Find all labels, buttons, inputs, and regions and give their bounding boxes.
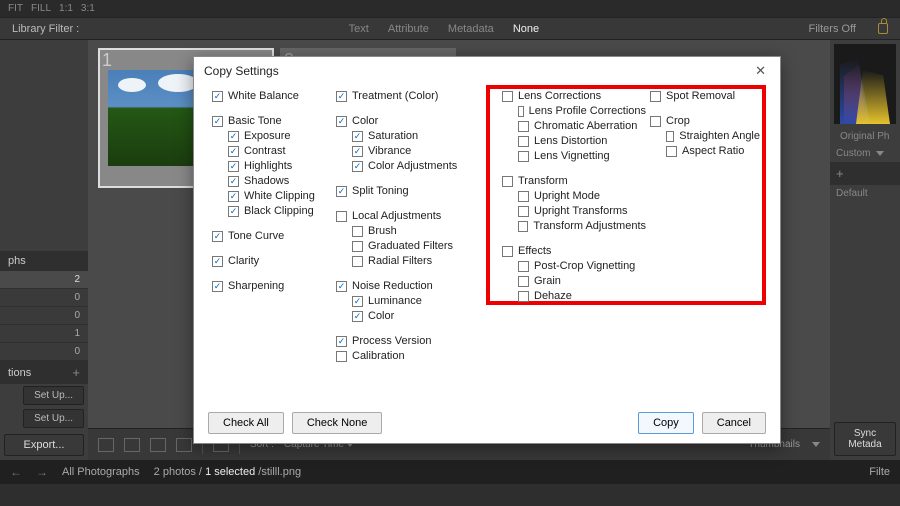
left-count-row[interactable]: 2 — [0, 271, 88, 289]
left-count-row[interactable]: 1 — [0, 325, 88, 343]
dialog-title: Copy Settings — [204, 64, 279, 78]
ck-effects[interactable]: Effects — [502, 244, 646, 259]
ratio-1-1[interactable]: 1:1 — [59, 3, 73, 14]
copy-settings-dialog: Copy Settings ✕ White Balance Basic Tone… — [193, 56, 781, 444]
cancel-button[interactable]: Cancel — [702, 412, 766, 434]
ratio-3-1[interactable]: 3:1 — [81, 3, 95, 14]
ck-contrast[interactable]: Contrast — [228, 144, 332, 159]
ck-color-adjustments[interactable]: Color Adjustments — [352, 159, 476, 174]
check-all-button[interactable]: Check All — [208, 412, 284, 434]
library-filter-bar: Library Filter : Text Attribute Metadata… — [0, 18, 900, 40]
fill-label[interactable]: FILL — [31, 3, 51, 14]
filters-off-toggle[interactable]: Filters Off — [809, 23, 856, 35]
left-panel: phs 2 0 0 1 0 tions + Set Up... Set Up...… — [0, 40, 88, 460]
check-none-button[interactable]: Check None — [292, 412, 383, 434]
ck-crop[interactable]: Crop — [650, 114, 760, 129]
ck-tone-curve[interactable]: Tone Curve — [212, 229, 332, 244]
ck-spot-removal[interactable]: Spot Removal — [650, 89, 760, 104]
ck-highlights[interactable]: Highlights — [228, 159, 332, 174]
ck-nr-color[interactable]: Color — [352, 309, 476, 324]
export-button[interactable]: Export... — [4, 434, 84, 456]
fit-label[interactable]: FIT — [8, 3, 23, 14]
filter-tabs: Text Attribute Metadata None — [341, 23, 548, 35]
ck-color[interactable]: Color — [336, 114, 476, 129]
ck-luminance[interactable]: Luminance — [352, 294, 476, 309]
ck-process-version[interactable]: Process Version — [336, 334, 476, 349]
ck-chromatic-aberration[interactable]: Chromatic Aberration — [518, 119, 646, 134]
custom-dropdown[interactable]: Custom — [836, 148, 870, 159]
filter-tab-attribute[interactable]: Attribute — [388, 23, 429, 35]
filter-tab-text[interactable]: Text — [349, 23, 369, 35]
original-photo-label: Original Ph — [840, 131, 889, 142]
ck-local-adjustments[interactable]: Local Adjustments — [336, 209, 476, 224]
ck-dehaze[interactable]: Dehaze — [518, 289, 646, 304]
view-survey-icon[interactable] — [176, 438, 192, 452]
nav-back-icon[interactable]: ← — [10, 465, 22, 479]
filter-tab-none[interactable]: None — [513, 23, 539, 35]
ck-straighten-angle[interactable]: Straighten Angle — [666, 129, 760, 144]
ck-basic-tone[interactable]: Basic Tone — [212, 114, 332, 129]
default-preset[interactable]: Default — [836, 188, 868, 199]
ck-brush[interactable]: Brush — [352, 224, 476, 239]
view-grid-icon[interactable] — [98, 438, 114, 452]
ck-lens-profile[interactable]: Lens Profile Corrections — [518, 104, 646, 119]
ck-treatment[interactable]: Treatment (Color) — [336, 89, 476, 104]
ck-post-crop-vignetting[interactable]: Post-Crop Vignetting — [518, 259, 646, 274]
status-path[interactable]: All Photographs — [62, 466, 140, 478]
right-panel: Original Ph Custom + Default Sync Metada — [830, 40, 900, 460]
library-filter-label: Library Filter : — [12, 23, 79, 35]
ck-black-clipping[interactable]: Black Clipping — [228, 204, 332, 219]
ck-grain[interactable]: Grain — [518, 274, 646, 289]
chevron-down-icon[interactable] — [812, 442, 820, 447]
ck-lens-corrections[interactable]: Lens Corrections — [502, 89, 646, 104]
chevron-down-icon — [876, 151, 884, 156]
left-count-row[interactable]: 0 — [0, 343, 88, 361]
thumbnail-index: 1 — [102, 50, 112, 71]
setup-button[interactable]: Set Up... — [23, 409, 84, 428]
ck-upright-transforms[interactable]: Upright Transforms — [518, 204, 646, 219]
ck-exposure[interactable]: Exposure — [228, 129, 332, 144]
ck-white-balance[interactable]: White Balance — [212, 89, 332, 104]
ck-shadows[interactable]: Shadows — [228, 174, 332, 189]
lock-icon[interactable] — [878, 23, 888, 34]
ck-radial-filters[interactable]: Radial Filters — [352, 254, 476, 269]
status-bar: ← → All Photographs 2 photos / 1 selecte… — [0, 460, 900, 484]
plus-icon[interactable]: + — [836, 166, 844, 181]
ck-lens-vignetting[interactable]: Lens Vignetting — [518, 149, 646, 164]
ck-lens-distortion[interactable]: Lens Distortion — [518, 134, 646, 149]
filter-tab-metadata[interactable]: Metadata — [448, 23, 494, 35]
ck-noise-reduction[interactable]: Noise Reduction — [336, 279, 476, 294]
ck-white-clipping[interactable]: White Clipping — [228, 189, 332, 204]
ck-calibration[interactable]: Calibration — [336, 349, 476, 364]
ck-transform[interactable]: Transform — [502, 174, 646, 189]
left-phs-label: phs — [8, 255, 26, 267]
ck-sharpening[interactable]: Sharpening — [212, 279, 332, 294]
view-compare-icon[interactable] — [150, 438, 166, 452]
sync-metadata-button[interactable]: Sync Metada — [834, 422, 896, 456]
ck-vibrance[interactable]: Vibrance — [352, 144, 476, 159]
histogram — [834, 44, 896, 124]
status-filter[interactable]: Filte — [869, 466, 890, 478]
left-tions-label: tions — [8, 367, 31, 379]
plus-icon[interactable]: + — [72, 365, 80, 380]
left-count-row[interactable]: 0 — [0, 289, 88, 307]
close-icon[interactable]: ✕ — [751, 61, 770, 81]
window-topbar: FIT FILL 1:1 3:1 — [0, 0, 900, 18]
ck-aspect-ratio[interactable]: Aspect Ratio — [666, 144, 760, 159]
copy-button[interactable]: Copy — [638, 412, 694, 434]
view-loupe-icon[interactable] — [124, 438, 140, 452]
left-count-row[interactable]: 0 — [0, 307, 88, 325]
setup-button[interactable]: Set Up... — [23, 386, 84, 405]
ck-graduated-filters[interactable]: Graduated Filters — [352, 239, 476, 254]
ck-split-toning[interactable]: Split Toning — [336, 184, 476, 199]
ck-clarity[interactable]: Clarity — [212, 254, 332, 269]
ck-upright-mode[interactable]: Upright Mode — [518, 189, 646, 204]
ck-saturation[interactable]: Saturation — [352, 129, 476, 144]
nav-forward-icon[interactable]: → — [36, 465, 48, 479]
ck-transform-adjustments[interactable]: Transform Adjustments — [518, 219, 646, 234]
